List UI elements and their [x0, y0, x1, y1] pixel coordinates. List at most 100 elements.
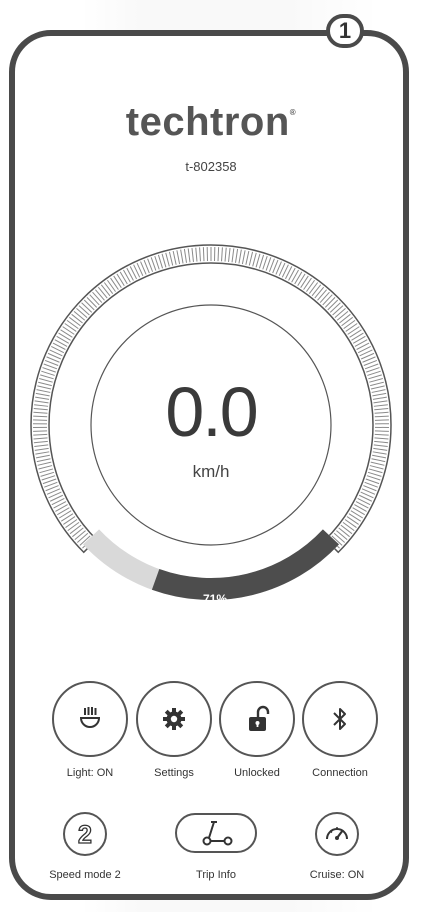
gauge-tick	[68, 316, 81, 327]
settings-button[interactable]	[136, 681, 212, 757]
gauge-tick	[319, 291, 330, 303]
gauge-tick	[255, 253, 261, 268]
gauge-tick	[336, 310, 349, 321]
gauge-tick	[327, 299, 339, 311]
gauge-tick	[248, 251, 254, 266]
gauge-tick	[202, 247, 205, 262]
gauge-tick	[322, 294, 333, 306]
gauge-tick	[76, 532, 89, 543]
gauge-tick	[67, 521, 80, 532]
gauge-tick	[63, 516, 76, 525]
connection-label: Connection	[312, 767, 368, 779]
gauge-tick	[324, 297, 336, 308]
bluetooth-icon	[333, 708, 346, 730]
gauge-tick	[306, 279, 315, 292]
gauge-tick	[346, 516, 359, 525]
gauge-tick	[317, 289, 327, 301]
gauge-tick	[221, 247, 223, 262]
speedometer-icon	[326, 827, 348, 840]
gauge-tick	[69, 524, 82, 535]
trip-info-label: Trip Info	[196, 869, 236, 881]
headlight-icon	[79, 707, 101, 728]
gauge-tick	[352, 335, 366, 344]
gauge-tick	[329, 302, 341, 313]
gauge-tick	[165, 252, 170, 267]
gauge-tick	[172, 250, 177, 265]
gauge-tick	[262, 255, 268, 270]
gauge-tick	[176, 250, 181, 265]
gauge-tick	[217, 247, 220, 262]
gauge-tick	[66, 319, 79, 330]
gauge-tick	[35, 454, 50, 459]
cruise-control-button[interactable]	[315, 812, 359, 856]
gauge-tick	[241, 250, 246, 265]
gauge-tick	[334, 308, 346, 318]
speed-mode-button[interactable]: 2	[63, 812, 107, 856]
gauge-tick	[83, 299, 95, 311]
gauge-tick	[245, 250, 250, 265]
gauge-tick	[297, 273, 306, 287]
cruise-status-label: Cruise: ON	[309, 869, 365, 881]
gear-icon	[163, 708, 185, 730]
gauge-tick	[168, 251, 174, 266]
gauge-tick	[183, 248, 187, 263]
light-button[interactable]	[52, 681, 128, 757]
speed-mode-label: Speed mode 2	[49, 869, 121, 881]
gauge-tick	[95, 289, 105, 301]
gauge-tick	[314, 286, 325, 299]
lock-toggle-button[interactable]	[219, 681, 295, 757]
gauge-tick	[57, 507, 70, 516]
speed-mode-digit: 2	[78, 821, 92, 849]
gauge-tick	[154, 255, 160, 270]
gauge-tick	[76, 308, 88, 318]
gauge-tick	[60, 329, 73, 338]
connection-button[interactable]	[302, 681, 378, 757]
gauge-tick	[71, 313, 83, 324]
gauge-tick	[86, 297, 98, 308]
gauge-tick	[341, 316, 354, 327]
gauge-tick	[116, 273, 125, 287]
battery-percentage: 71%	[202, 592, 228, 606]
gauge-tick	[113, 275, 122, 288]
gauge-tick	[60, 513, 74, 522]
gauge-tick	[252, 252, 257, 267]
gauge-tick	[161, 253, 167, 268]
gauge-tick	[92, 291, 103, 303]
gauge-tick	[224, 247, 227, 262]
gauge-tick	[180, 249, 184, 264]
gauge-tick	[342, 521, 355, 532]
speed-unit: km/h	[192, 462, 230, 481]
gauge-tick	[187, 248, 191, 263]
speed-value: 0.0	[165, 373, 258, 451]
gauge-tick	[72, 527, 84, 538]
gauge-tick	[231, 248, 235, 263]
gauge-tick	[348, 513, 362, 522]
gauge-tick	[238, 249, 242, 264]
battery-level-bar	[151, 529, 339, 600]
gauge-tick	[64, 323, 77, 332]
gauge-tick	[78, 305, 90, 316]
gauge-tick	[74, 530, 86, 541]
gauge-tick	[97, 286, 108, 299]
gauge-tick	[336, 530, 348, 541]
gauge-tick	[345, 323, 358, 332]
gauge-tick	[89, 294, 100, 306]
gauge-tick	[228, 247, 231, 262]
gauge-tick	[372, 451, 387, 455]
gauge-tick	[347, 326, 360, 335]
gauge-tick	[311, 284, 322, 297]
gauge-tick	[35, 451, 50, 455]
trip-info-button[interactable]	[175, 813, 257, 853]
gauge-tick	[294, 271, 303, 285]
gauge-tick	[58, 510, 72, 519]
gauge-tick	[350, 510, 364, 519]
gauge-tick	[332, 305, 344, 316]
gauge-tick	[107, 279, 116, 292]
gauge-tick	[300, 275, 309, 288]
gauge-tick	[65, 519, 78, 528]
gauge-tick	[303, 277, 312, 290]
gauge-tick	[157, 254, 164, 269]
gauge-tick	[333, 532, 346, 543]
gauge-tick	[308, 282, 319, 295]
gauge-tick	[73, 310, 86, 321]
